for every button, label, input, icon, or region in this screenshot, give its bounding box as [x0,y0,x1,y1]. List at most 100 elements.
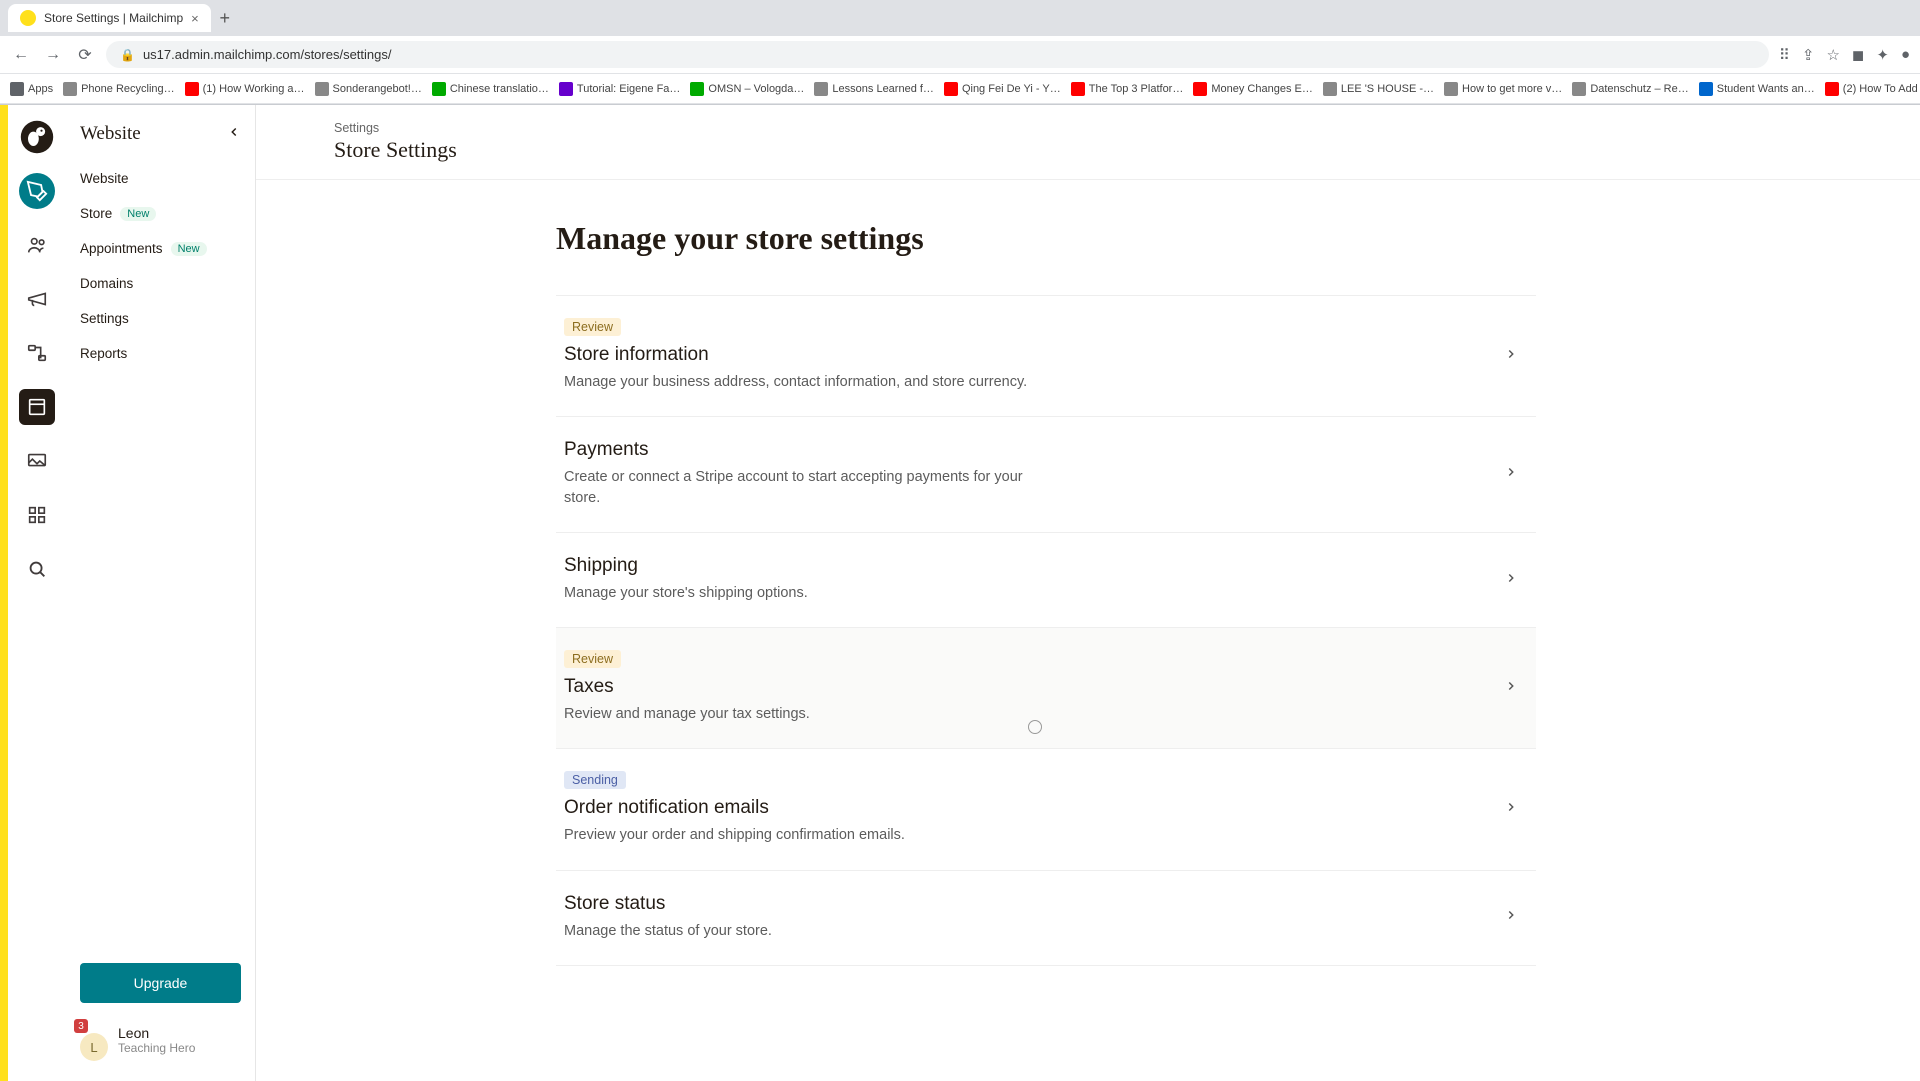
settings-card-shipping[interactable]: Shipping Manage your store's shipping opt… [556,532,1536,627]
user-org: Teaching Hero [118,1041,195,1055]
bookmark-item[interactable]: (1) How Working a… [185,82,305,96]
chevron-right-icon [1504,677,1518,698]
page-title: Store Settings [334,137,1920,163]
back-icon[interactable]: ← [10,46,32,64]
mailchimp-brand-strip [0,105,8,1081]
content-header: Settings Store Settings [256,105,1920,180]
bookmark-item[interactable]: Datenschutz – Re… [1572,82,1688,96]
side-panel-header: Website [66,123,255,161]
rail-create-icon[interactable] [19,173,55,209]
rail-campaigns-icon[interactable] [19,281,55,317]
new-tab-button[interactable]: + [211,4,239,32]
address-bar[interactable]: 🔒 us17.admin.mailchimp.com/stores/settin… [106,41,1769,68]
bookmark-label: LEE 'S HOUSE -… [1341,83,1434,95]
ext-icon[interactable]: ✦ [1876,46,1889,64]
browser-tab[interactable]: Store Settings | Mailchimp × [8,4,211,32]
collapse-panel-icon[interactable] [227,125,241,144]
bookmark-favicon-icon [432,82,446,96]
bookmark-favicon-icon [1825,82,1839,96]
sidebar-item-reports[interactable]: Reports [66,336,255,371]
card-description: Manage your business address, contact in… [564,372,1044,392]
settings-card-taxes[interactable]: ReviewTaxesReview and manage your tax se… [556,627,1536,748]
bookmark-label: Qing Fei De Yi - Y… [962,83,1061,95]
settings-card-store-information[interactable]: ReviewStore informationManage your busin… [556,295,1536,416]
bookmark-favicon-icon [1699,82,1713,96]
settings-list: ReviewStore informationManage your busin… [556,295,1536,966]
content-body: Manage your store settings ReviewStore i… [256,180,1536,966]
bookmark-label: Phone Recycling… [81,83,175,95]
bookmark-label: Lessons Learned f… [832,83,934,95]
icon-rail [8,105,66,1081]
breadcrumb[interactable]: Settings [334,121,1920,135]
rail-integrations-icon[interactable] [19,497,55,533]
star-icon[interactable]: ☆ [1826,46,1839,64]
rail-content-icon[interactable] [19,443,55,479]
sidebar-item-appointments[interactable]: AppointmentsNew [66,231,255,266]
chevron-right-icon [1504,345,1518,366]
status-badge: Review [564,650,621,668]
mailchimp-logo-icon[interactable] [19,119,55,155]
browser-chrome: Store Settings | Mailchimp × + ← → ⟳ 🔒 u… [0,0,1920,105]
card-title: Shipping [564,555,1504,577]
rail-audience-icon[interactable] [19,227,55,263]
url-text: us17.admin.mailchimp.com/stores/settings… [143,47,392,62]
bookmark-item[interactable]: Lessons Learned f… [814,82,934,96]
settings-card-order-notification-emails[interactable]: SendingOrder notification emailsPreview … [556,748,1536,869]
bookmark-favicon-icon [1572,82,1586,96]
bookmark-item[interactable]: Tutorial: Eigene Fa… [559,82,681,96]
content: Settings Store Settings Manage your stor… [256,105,1920,1081]
bookmark-label: (1) How Working a… [203,83,305,95]
bookmark-favicon-icon [63,82,77,96]
bookmark-item[interactable]: Money Changes E… [1193,82,1313,96]
side-panel: Website WebsiteStoreNewAppointmentsNewDo… [66,105,256,1081]
user-block[interactable]: 3 L Leon Teaching Hero [66,1017,255,1069]
bookmark-label: Sonderangebot!… [333,83,422,95]
card-description: Manage the status of your store. [564,921,1044,941]
rail-website-icon[interactable] [19,389,55,425]
tab-close-icon[interactable]: × [191,11,199,26]
bookmark-item[interactable]: How to get more v… [1444,82,1562,96]
bookmark-item[interactable]: OMSN – Vologda… [690,82,804,96]
sidebar-item-label: Settings [80,311,129,326]
settings-card-store-status[interactable]: Store statusManage the status of your st… [556,870,1536,966]
card-description: Manage your store's shipping options. [564,583,1044,603]
fb-icon[interactable]: ◼ [1852,46,1864,64]
card-body: SendingOrder notification emailsPreview … [564,771,1504,845]
bookmark-item[interactable]: The Top 3 Platfor… [1071,82,1184,96]
sidebar-item-domains[interactable]: Domains [66,266,255,301]
status-badge: Review [564,318,621,336]
status-badge: Sending [564,771,626,789]
bookmark-label: Tutorial: Eigene Fa… [577,83,681,95]
bookmark-item[interactable]: (2) How To Add A… [1825,82,1920,96]
rail-automations-icon[interactable] [19,335,55,371]
bookmark-item[interactable]: Qing Fei De Yi - Y… [944,82,1061,96]
bookmark-item[interactable]: Student Wants an… [1699,82,1815,96]
bookmark-label: Chinese translatio… [450,83,549,95]
share-icon[interactable]: ⇪ [1802,46,1815,64]
reload-icon[interactable]: ⟳ [74,45,96,65]
bookmark-item[interactable]: Apps [10,82,53,96]
cursor-icon [1028,720,1042,734]
bookmark-favicon-icon [814,82,828,96]
bookmark-item[interactable]: Phone Recycling… [63,82,175,96]
bookmark-favicon-icon [1444,82,1458,96]
bookmark-item[interactable]: Chinese translatio… [432,82,549,96]
profile-icon[interactable]: ● [1901,46,1910,64]
bookmark-label: Datenschutz – Re… [1590,83,1688,95]
rail-search-icon[interactable] [19,551,55,587]
bookmark-label: The Top 3 Platfor… [1089,83,1184,95]
bookmark-item[interactable]: LEE 'S HOUSE -… [1323,82,1434,96]
app: Website WebsiteStoreNewAppointmentsNewDo… [0,105,1920,1081]
forward-icon[interactable]: → [42,46,64,64]
sidebar-item-settings[interactable]: Settings [66,301,255,336]
sidebar-item-store[interactable]: StoreNew [66,196,255,231]
bookmark-favicon-icon [315,82,329,96]
sidebar-item-label: Domains [80,276,133,291]
translate-icon[interactable]: ⠿ [1779,46,1790,64]
bookmark-item[interactable]: Sonderangebot!… [315,82,422,96]
card-body: ReviewTaxesReview and manage your tax se… [564,650,1504,724]
card-body: ReviewStore informationManage your busin… [564,318,1504,392]
sidebar-item-website[interactable]: Website [66,161,255,196]
settings-card-payments[interactable]: PaymentsCreate or connect a Stripe accou… [556,416,1536,532]
upgrade-button[interactable]: Upgrade [80,963,241,1003]
